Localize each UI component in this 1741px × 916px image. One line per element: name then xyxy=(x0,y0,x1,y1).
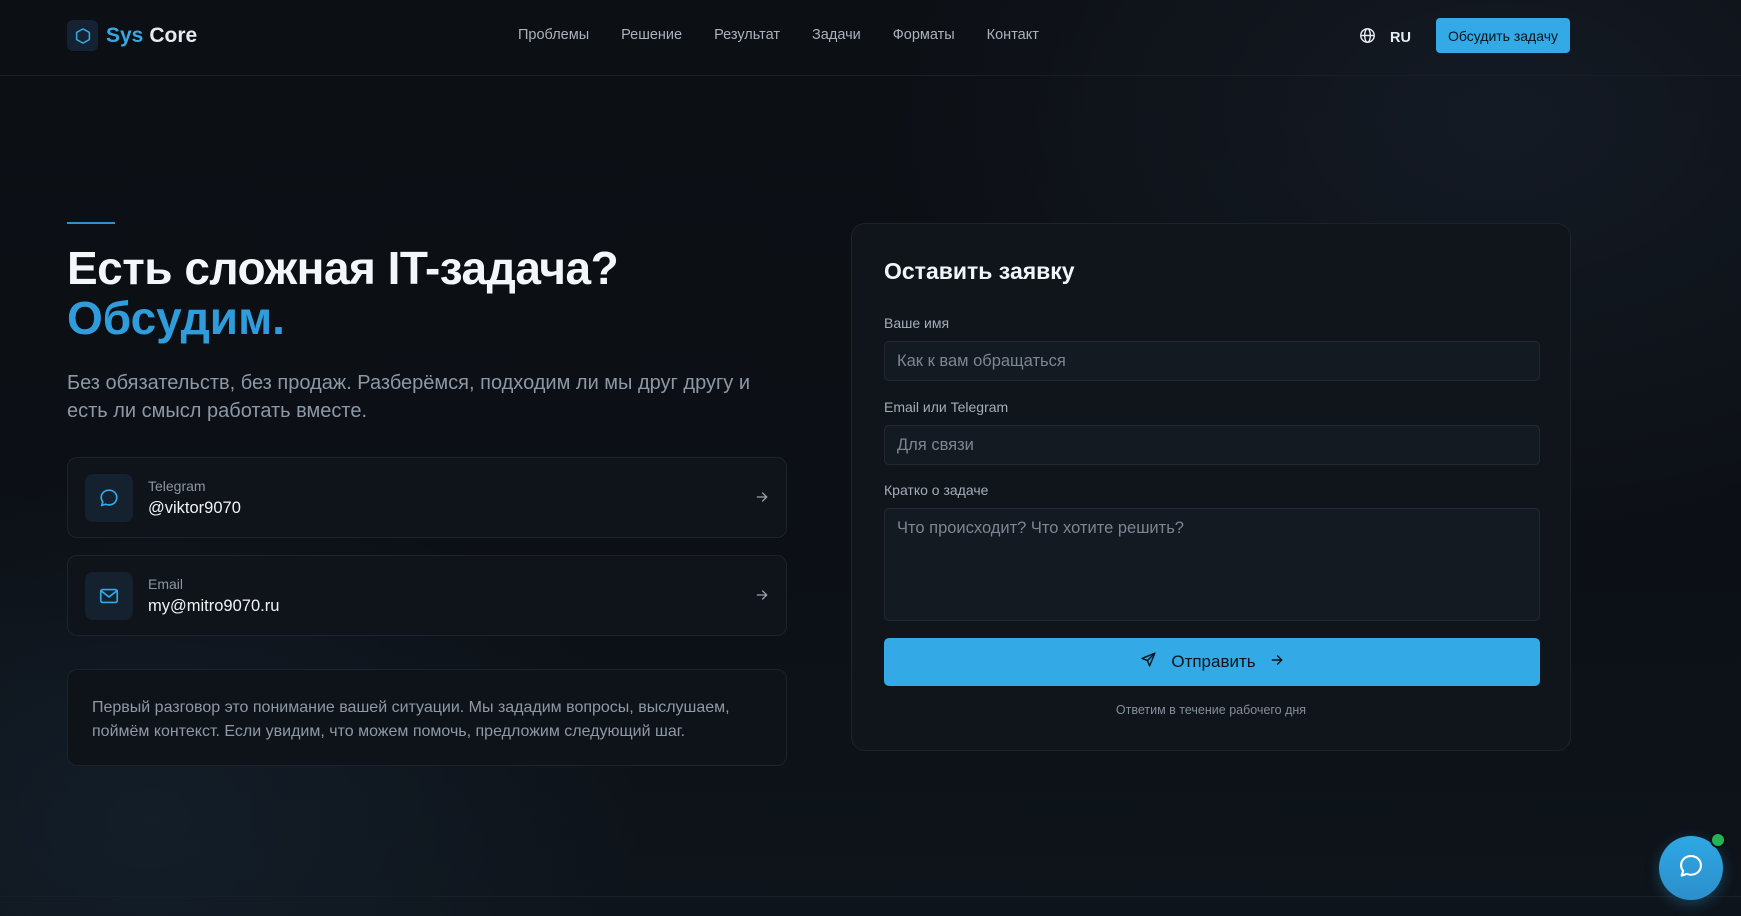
globe-icon xyxy=(1359,27,1376,49)
nav-item-result[interactable]: Результат xyxy=(714,27,780,43)
nav-item-formats[interactable]: Форматы xyxy=(893,27,955,43)
nav-item-solution[interactable]: Решение xyxy=(621,27,682,43)
nav-item-contact[interactable]: Контакт xyxy=(987,27,1039,43)
info-note-text: Первый разговор это понимание вашей ситу… xyxy=(92,699,730,740)
language-code: RU xyxy=(1390,30,1411,46)
language-switcher[interactable]: RU xyxy=(1359,27,1411,49)
request-form: Оставить заявку Ваше имя Email или Teleg… xyxy=(851,223,1571,751)
task-textarea[interactable] xyxy=(884,508,1540,621)
name-field-label: Ваше имя xyxy=(884,315,950,331)
logo[interactable]: Sys Core xyxy=(67,20,197,51)
contact-input[interactable] xyxy=(884,425,1540,465)
contact-value: my@mitro9070.ru xyxy=(148,597,280,615)
contact-label: Email xyxy=(148,576,184,592)
brand-name-part1: Sys xyxy=(106,23,144,47)
contact-label: Telegram xyxy=(148,478,206,494)
hero-title-accent: Обсудим. xyxy=(67,292,285,344)
hero-title: Есть сложная IT-задача? xyxy=(67,242,619,294)
arrow-right-icon xyxy=(755,490,769,509)
hero-subtitle: Без обязательств, без продаж. Разберёмся… xyxy=(67,372,750,422)
nav-item-tasks[interactable]: Задачи xyxy=(812,27,861,43)
contact-value: @viktor9070 xyxy=(148,499,241,517)
submit-button[interactable]: Отправить xyxy=(884,638,1540,686)
accent-divider xyxy=(67,222,115,224)
form-title: Оставить заявку xyxy=(884,258,1075,284)
response-time-note: Ответим в течение рабочего дня xyxy=(1115,703,1307,717)
name-input[interactable] xyxy=(884,341,1540,381)
main-nav: Проблемы Решение Результат Задачи Формат… xyxy=(518,27,1039,43)
submit-button-label: Отправить xyxy=(1171,652,1256,671)
telegram-contact-card[interactable]: Telegram @viktor9070 xyxy=(67,457,787,538)
site-header: Sys Core Проблемы Решение Результат Задач… xyxy=(0,0,1741,76)
arrow-right-icon xyxy=(1270,652,1284,672)
email-contact-card[interactable]: Email my@mitro9070.ru xyxy=(67,555,787,636)
hexagon-icon xyxy=(67,20,98,51)
arrow-right-icon xyxy=(755,588,769,607)
brand-name-part2: Core xyxy=(149,23,198,47)
chat-bubble-icon xyxy=(1677,852,1705,885)
section-divider xyxy=(0,896,1741,897)
nav-item-problems[interactable]: Проблемы xyxy=(518,27,589,43)
send-icon xyxy=(1140,651,1157,673)
online-status-dot xyxy=(1710,832,1726,848)
task-field-label: Кратко о задаче xyxy=(884,482,989,498)
info-note-card: Первый разговор это понимание вашей ситу… xyxy=(67,669,787,766)
chat-bubble-icon xyxy=(85,474,133,522)
contact-field-label: Email или Telegram xyxy=(884,399,1009,415)
mail-icon xyxy=(85,572,133,620)
discuss-task-button[interactable]: Обсудить задачу xyxy=(1436,18,1570,53)
